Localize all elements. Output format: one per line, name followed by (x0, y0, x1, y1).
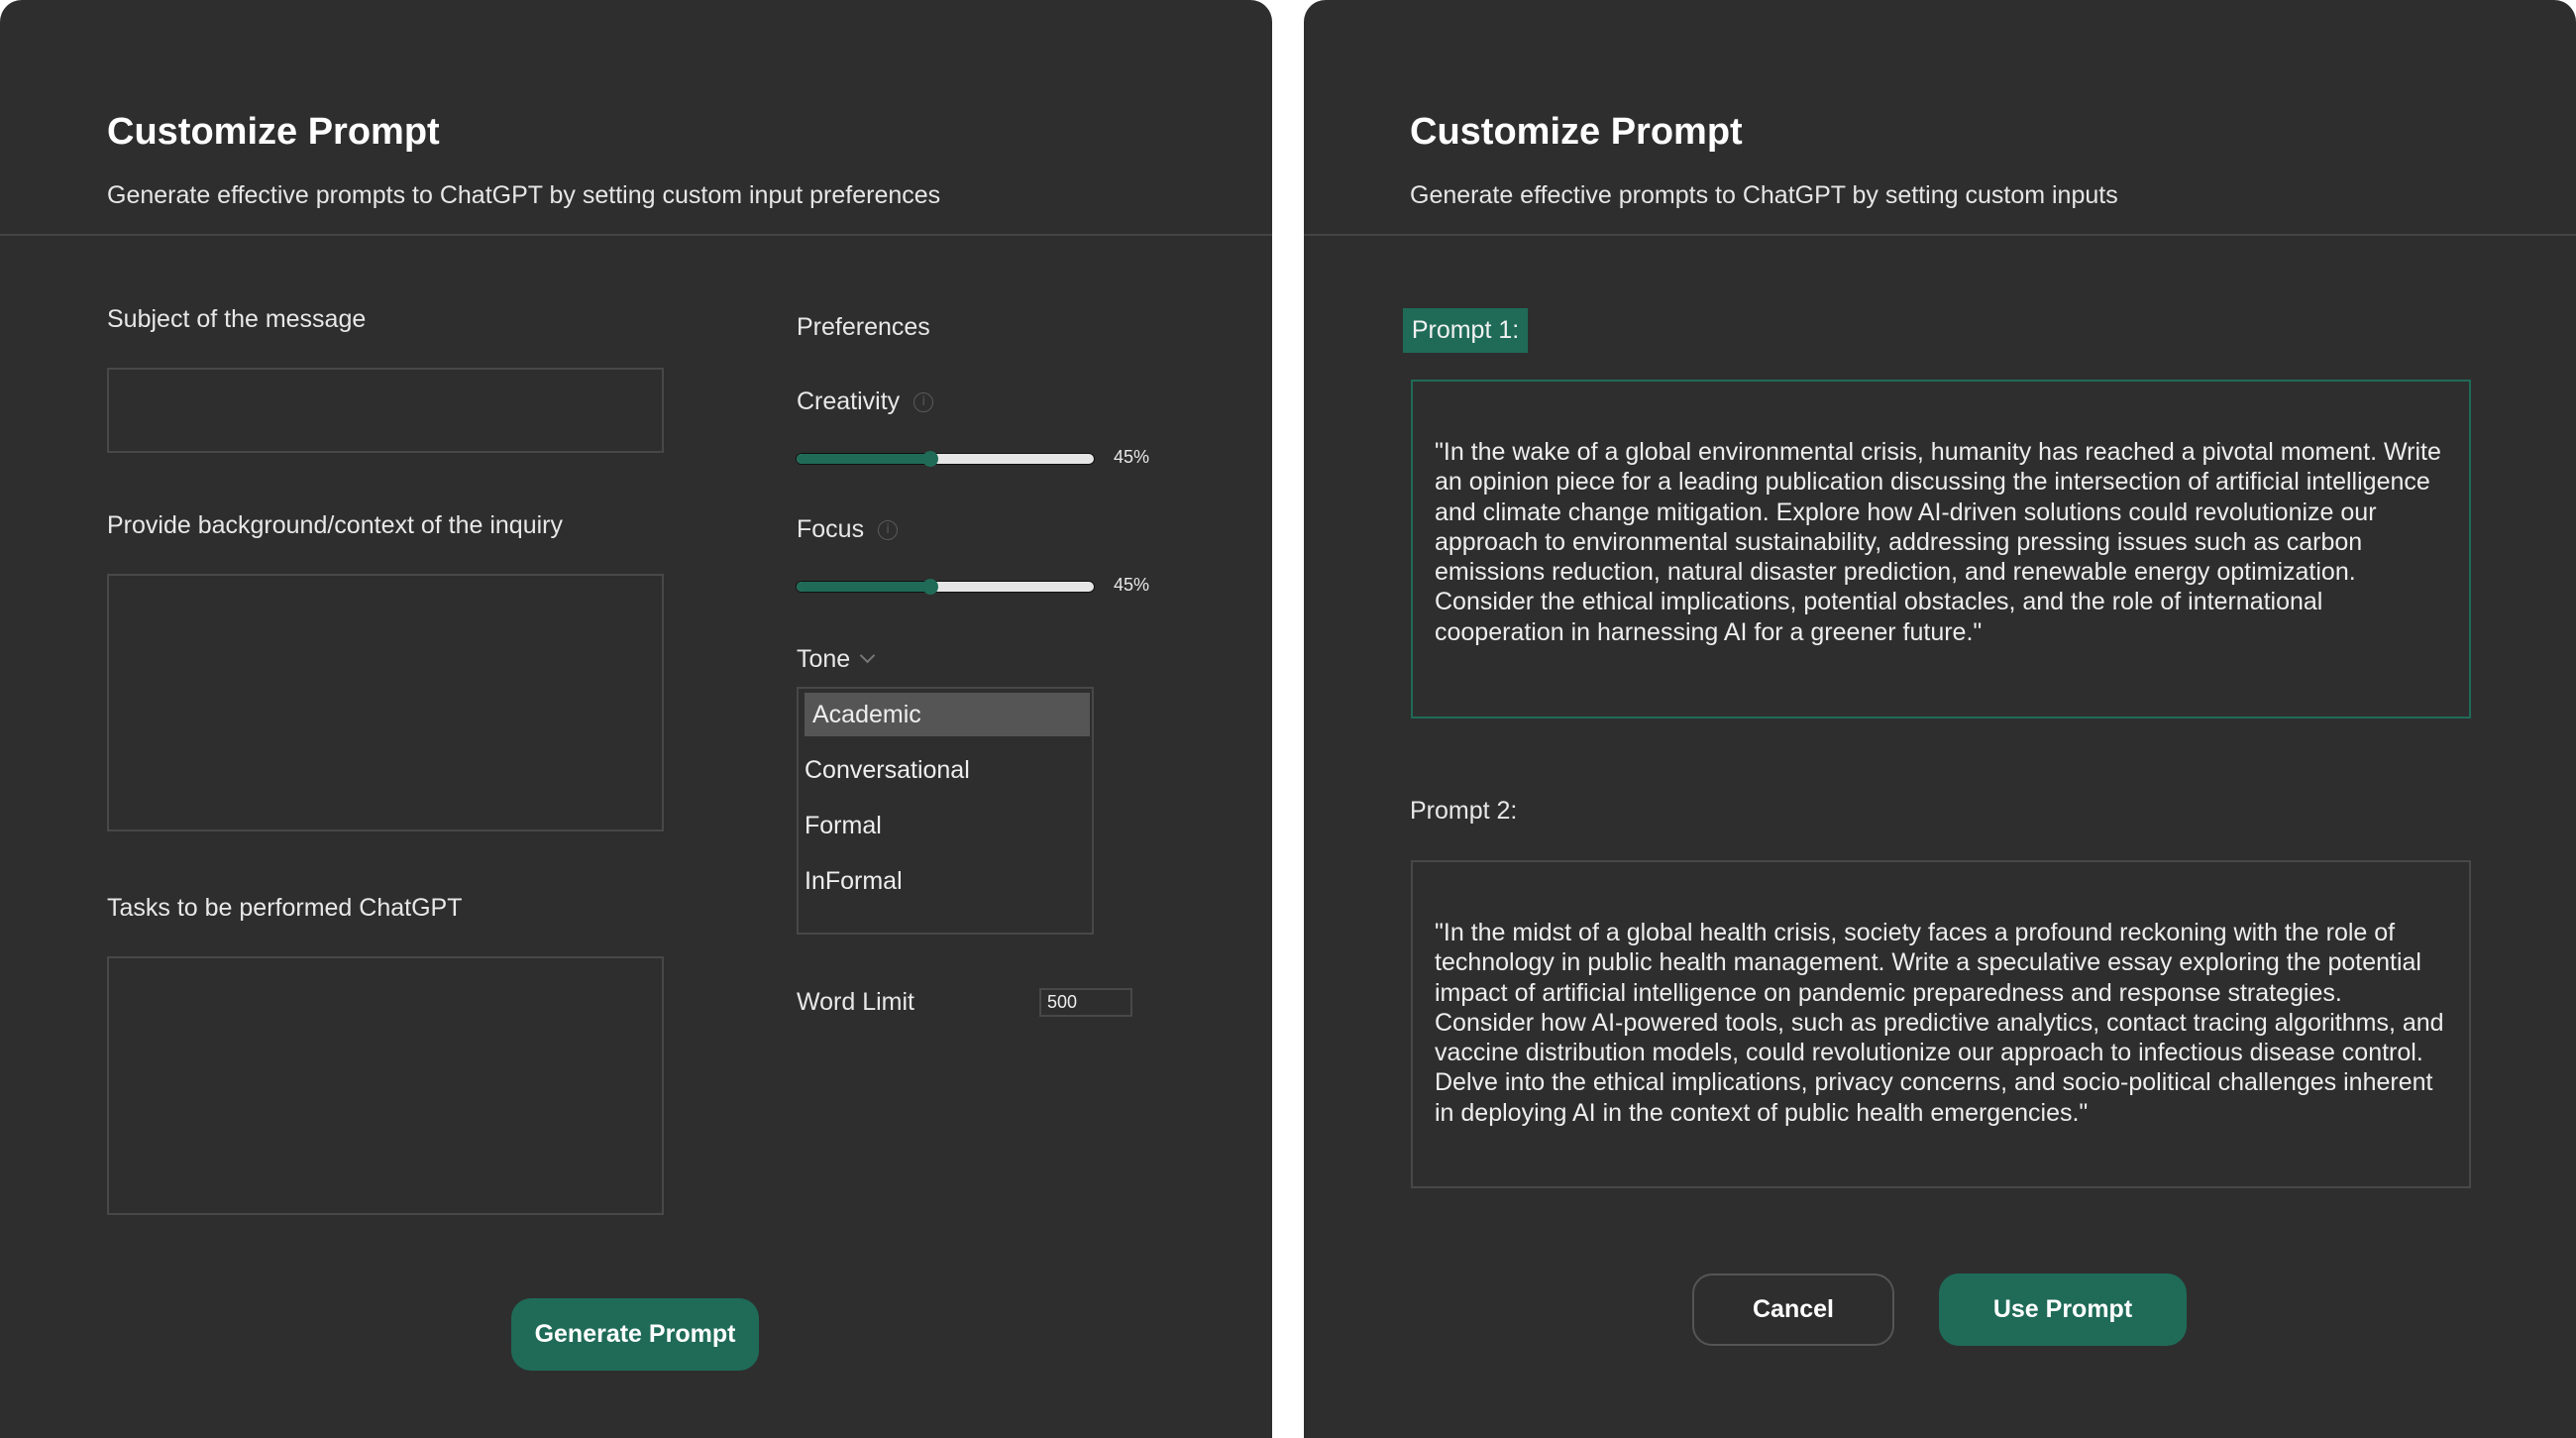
creativity-slider-thumb[interactable] (922, 451, 938, 467)
preferences-heading: Preferences (797, 313, 930, 341)
tone-option-academic[interactable]: Academic (805, 693, 1090, 736)
panel-subtitle: Generate effective prompts to ChatGPT by… (107, 181, 941, 209)
header-divider (0, 234, 1272, 236)
use-prompt-button[interactable]: Use Prompt (1939, 1273, 2187, 1346)
creativity-slider-fill (797, 454, 930, 464)
panel-title: Customize Prompt (107, 111, 440, 153)
focus-value: 45% (1114, 575, 1150, 595)
prompt-1-label: Prompt 1: (1403, 308, 1528, 353)
focus-label-row: Focus i (797, 515, 899, 544)
prompt-2-label: Prompt 2: (1410, 797, 1518, 825)
prompt-2-card[interactable]: "In the midst of a global health crisis,… (1411, 860, 2471, 1188)
info-icon[interactable]: i (878, 520, 899, 541)
panel-title: Customize Prompt (1410, 111, 1743, 153)
background-label: Provide background/context of the inquir… (107, 511, 563, 539)
tone-dropdown-toggle[interactable]: Tone (797, 645, 876, 674)
focus-label: Focus (797, 515, 865, 543)
cancel-button[interactable]: Cancel (1692, 1273, 1894, 1346)
tone-options-list[interactable]: Academic Conversational Formal InFormal (797, 687, 1094, 935)
subject-input[interactable] (107, 368, 664, 453)
subject-label: Subject of the message (107, 305, 367, 333)
creativity-value: 45% (1114, 447, 1150, 467)
tone-option-informal[interactable]: InFormal (805, 867, 903, 896)
focus-slider[interactable] (797, 579, 1094, 595)
tone-label: Tone (797, 645, 851, 673)
generate-prompt-button[interactable]: Generate Prompt (511, 1298, 759, 1371)
chevron-down-icon (859, 647, 876, 664)
creativity-label-row: Creativity i (797, 387, 934, 416)
background-textarea[interactable] (107, 574, 664, 831)
info-icon[interactable]: i (913, 392, 934, 413)
word-limit-label: Word Limit (797, 988, 915, 1016)
focus-slider-fill (797, 582, 930, 592)
word-limit-input[interactable] (1039, 988, 1132, 1017)
header-divider (1304, 234, 2576, 236)
tasks-textarea[interactable] (107, 956, 664, 1215)
tone-option-formal[interactable]: Formal (805, 812, 882, 840)
customize-prompt-form-panel: Customize Prompt Generate effective prom… (0, 0, 1272, 1438)
panel-subtitle: Generate effective prompts to ChatGPT by… (1410, 181, 2118, 209)
tone-option-conversational[interactable]: Conversational (805, 756, 970, 785)
prompt-results-panel: Customize Prompt Generate effective prom… (1304, 0, 2576, 1438)
creativity-label: Creativity (797, 387, 901, 415)
tasks-label: Tasks to be performed ChatGPT (107, 894, 463, 922)
prompt-1-card[interactable]: "In the wake of a global environmental c… (1411, 380, 2471, 719)
focus-slider-thumb[interactable] (922, 579, 938, 595)
creativity-slider[interactable] (797, 451, 1094, 467)
